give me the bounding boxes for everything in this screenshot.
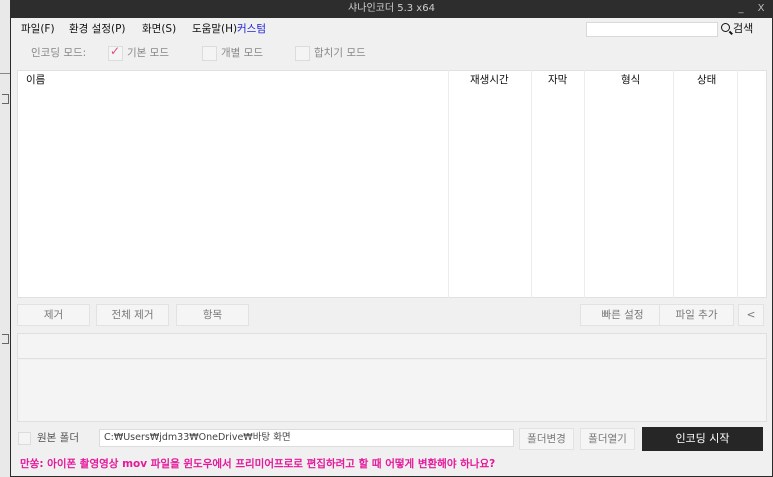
notice-link[interactable]: 만쏭: 아이폰 촬영영상 mov 파일을 윈도우에서 프리미어프로로 편집하려고… [20,455,495,473]
desktop-bracket-mark [2,334,9,344]
mode-basic-checkbox[interactable] [108,44,123,61]
output-path-field[interactable]: C:₩Users₩jdm33₩OneDrive₩바탕 화면 [99,429,514,447]
source-folder-label[interactable]: 원본 폴더 [37,426,79,450]
encoding-mode-row: 인코딩 모드: 기본 모드 개별 모드 합치기 모드 [11,40,772,66]
column-divider [673,70,674,298]
column-divider [584,70,585,298]
column-divider [448,70,449,298]
window-title: 샤나인코더 5.3 x64 [348,3,435,14]
log-panel[interactable] [17,360,767,422]
search-icon [721,23,730,32]
remove-all-button[interactable]: 전체 제거 [96,304,169,326]
mode-merge-checkbox[interactable] [295,46,310,61]
desktop-bracket-mark [2,94,9,104]
encoding-mode-label: 인코딩 모드: [31,47,87,59]
menu-file[interactable]: 파일(F) [21,19,55,39]
search-button-label: 검색 [733,22,754,35]
menu-settings[interactable]: 환경 설정(P) [69,19,126,39]
mode-individual-checkbox[interactable] [202,46,217,61]
remove-button[interactable]: 제거 [17,304,90,326]
log-panel-header [17,333,767,359]
quick-settings-button[interactable]: 빠른 설정 [580,304,665,326]
mode-individual-label[interactable]: 개별 모드 [221,40,263,66]
items-button[interactable]: 항목 [176,304,249,326]
close-button[interactable]: X [754,0,768,18]
column-divider [737,70,738,298]
menu-custom[interactable]: 커스텀 [237,19,266,39]
desktop-line [0,73,10,74]
collapse-button[interactable]: < [738,304,764,326]
open-folder-button[interactable]: 폴더열기 [580,428,635,450]
desktop-background [0,0,10,477]
add-file-button[interactable]: 파일 추가 [659,304,734,326]
search-input[interactable] [586,22,718,37]
column-header-subtitle[interactable]: 자막 [548,70,567,90]
search-button[interactable]: 검색 [721,20,769,38]
menu-view[interactable]: 화면(S) [142,19,176,39]
mode-merge-label[interactable]: 합치기 모드 [314,40,366,66]
column-header-duration[interactable]: 재생시간 [470,70,509,90]
start-encoding-button[interactable]: 인코딩 시작 [642,427,763,451]
file-list[interactable] [17,70,767,298]
column-header-status[interactable]: 상태 [697,70,716,90]
column-divider [531,70,532,298]
file-list-header: 이름 재생시간 자막 형식 상태 [17,70,767,90]
column-header-name[interactable]: 이름 [26,70,45,90]
change-folder-button[interactable]: 폴더변경 [519,428,574,450]
menu-help[interactable]: 도움말(H) [192,19,237,39]
source-folder-checkbox[interactable] [18,432,31,445]
column-header-format[interactable]: 형식 [621,70,640,90]
minimize-button[interactable]: _ [734,0,748,18]
mode-basic-label[interactable]: 기본 모드 [127,40,169,66]
